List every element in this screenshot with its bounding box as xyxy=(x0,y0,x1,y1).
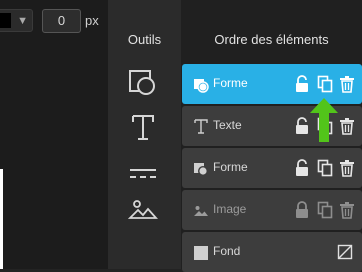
shape-icon xyxy=(194,163,208,176)
image-tool[interactable] xyxy=(127,196,159,226)
text-tool[interactable] xyxy=(128,113,158,143)
layer-label: Forme xyxy=(213,76,248,90)
color-select[interactable]: ▼ xyxy=(0,9,33,32)
image-icon xyxy=(194,206,208,216)
layer-label: Texte xyxy=(213,118,242,132)
background-icon xyxy=(194,246,208,260)
delete-icon[interactable] xyxy=(339,117,355,135)
shape-icon xyxy=(194,79,209,93)
properties-panel: ▼ 0 px xyxy=(0,0,108,269)
unlock-icon[interactable] xyxy=(294,159,310,177)
text-icon xyxy=(194,119,208,134)
delete-icon[interactable] xyxy=(339,75,355,93)
color-swatch xyxy=(0,13,11,28)
layers-title: Ordre des éléments xyxy=(214,32,329,47)
layer-row-fond[interactable]: Fond xyxy=(182,232,362,272)
dropdown-arrow-icon[interactable]: ▼ xyxy=(17,11,28,31)
tools-panel: Outils xyxy=(108,0,181,269)
image-icon xyxy=(127,200,159,219)
layer-label: Image xyxy=(213,202,247,216)
lock-icon[interactable] xyxy=(294,201,310,219)
shape-icon xyxy=(129,70,155,95)
no-fill-icon[interactable] xyxy=(337,243,353,261)
delete-icon[interactable] xyxy=(339,159,355,177)
text-icon xyxy=(132,115,154,140)
pointer-arrow-icon xyxy=(310,98,338,142)
line-tool[interactable] xyxy=(128,159,158,189)
layer-label: Fond xyxy=(213,244,241,258)
unlock-icon[interactable] xyxy=(294,75,310,93)
shape-tool[interactable] xyxy=(128,68,158,98)
tools-title: Outils xyxy=(127,32,162,47)
size-input[interactable]: 0 xyxy=(42,9,81,33)
delete-icon[interactable] xyxy=(339,201,355,219)
duplicate-icon[interactable] xyxy=(317,159,333,177)
line-icon xyxy=(130,169,156,178)
size-unit-label: px xyxy=(85,13,99,28)
layer-row-forme[interactable]: Forme xyxy=(182,148,362,188)
canvas-edge xyxy=(0,169,3,269)
duplicate-icon[interactable] xyxy=(317,75,333,93)
layer-row-image[interactable]: Image xyxy=(182,190,362,230)
duplicate-icon[interactable] xyxy=(317,201,333,219)
unlock-icon[interactable] xyxy=(294,117,310,135)
layer-label: Forme xyxy=(213,160,248,174)
